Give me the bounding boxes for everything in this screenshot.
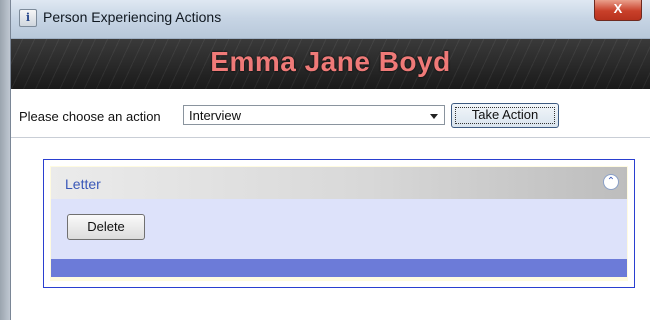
take-action-button[interactable]: Take Action: [451, 103, 559, 128]
divider: [11, 137, 650, 138]
delete-button[interactable]: Delete: [67, 214, 145, 240]
action-select[interactable]: Interview: [183, 105, 445, 125]
action-label: Please choose an action: [19, 109, 161, 124]
letter-panel-inner: Letter ⌃ Delete: [50, 166, 628, 281]
panel-title: Letter: [65, 176, 101, 192]
letter-panel: Letter ⌃ Delete: [43, 159, 635, 288]
double-chevron-up-icon[interactable]: ⌃: [603, 174, 619, 190]
action-select-value: Interview: [189, 108, 242, 123]
letter-panel-footer: [51, 259, 627, 277]
close-button[interactable]: X: [594, 0, 642, 21]
title-bar[interactable]: i Person Experiencing Actions X: [11, 0, 650, 39]
window-title: Person Experiencing Actions: [43, 9, 222, 25]
focus-ring: [455, 107, 555, 124]
info-icon: i: [19, 9, 37, 27]
background-window-edge: [0, 0, 10, 320]
dialog-window: i Person Experiencing Actions X Emma Jan…: [10, 0, 650, 320]
letter-panel-header[interactable]: Letter ⌃: [51, 167, 627, 199]
person-name: Emma Jane Boyd: [210, 46, 451, 77]
action-row: Please choose an action Interview Take A…: [11, 100, 650, 130]
chevron-down-icon[interactable]: [430, 114, 438, 119]
person-banner: Emma Jane Boyd: [11, 39, 650, 89]
letter-panel-body: Delete: [51, 199, 627, 259]
